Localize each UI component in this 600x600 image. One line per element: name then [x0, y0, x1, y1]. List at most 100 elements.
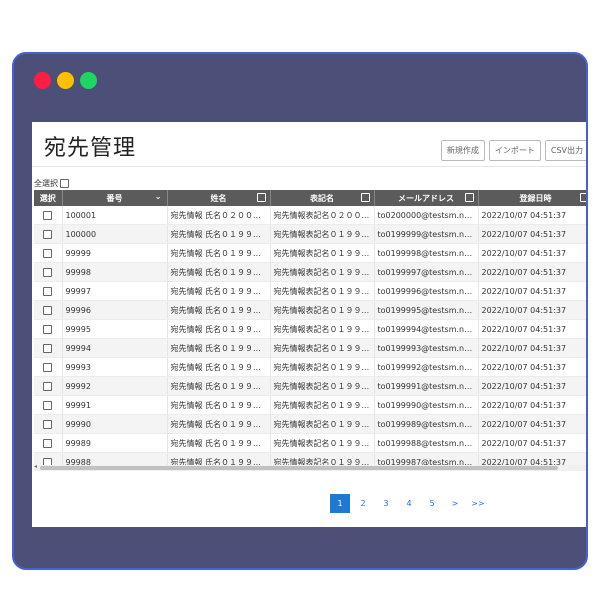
maximize-window-dot[interactable]: [80, 72, 97, 89]
page-button-1[interactable]: 1: [330, 494, 350, 513]
table-row[interactable]: 99993 宛先情報 氏名０１９９... 宛先情報表記名０１９９... to01999…: [34, 357, 586, 377]
cell-name: 宛先情報 氏名０１９９...: [167, 357, 271, 377]
toolbar: 新規作成 インポート CSV出力: [440, 140, 586, 161]
cell-display-name: 宛先情報表記名０１９９...: [270, 224, 375, 244]
row-select-cell: [34, 206, 63, 225]
minimize-window-dot[interactable]: [57, 72, 74, 89]
table-row[interactable]: 99996 宛先情報 氏名０１９９... 宛先情報表記名０１９９... to01999…: [34, 300, 586, 320]
cell-display-name: 宛先情報表記名０１９９...: [270, 262, 375, 282]
row-select-cell: [34, 395, 63, 415]
cell-email: to0199988@testsm.nucl...: [374, 433, 479, 453]
cell-display-name: 宛先情報表記名０１９９...: [270, 281, 375, 301]
col-header-registered-at[interactable]: 登録日時: [478, 190, 586, 206]
cell-number: 99996: [62, 300, 168, 320]
row-checkbox[interactable]: [43, 362, 53, 372]
cell-email: to0199996@testsm.nucl...: [374, 281, 479, 301]
cell-registered-at: 2022/10/07 04:51:37: [478, 319, 586, 339]
row-select-cell: [34, 262, 63, 282]
cell-number: 99995: [62, 319, 168, 339]
row-checkbox[interactable]: [43, 381, 53, 391]
table-row[interactable]: 99990 宛先情報 氏名０１９９... 宛先情報表記名０１９９... to01999…: [34, 414, 586, 434]
row-checkbox[interactable]: [43, 286, 53, 296]
row-checkbox[interactable]: [43, 438, 53, 448]
chevron-down-icon[interactable]: ⌄: [155, 192, 162, 201]
row-checkbox[interactable]: [43, 229, 53, 239]
cell-number: 99989: [62, 433, 168, 453]
cell-registered-at: 2022/10/07 04:51:37: [478, 338, 586, 358]
row-checkbox[interactable]: [43, 400, 53, 410]
table-row[interactable]: 99989 宛先情報 氏名０１９９... 宛先情報表記名０１９９... to01999…: [34, 433, 586, 453]
cell-registered-at: 2022/10/07 04:51:37: [478, 243, 586, 263]
cell-registered-at: 2022/10/07 04:51:37: [478, 433, 586, 453]
create-new-button[interactable]: 新規作成: [440, 140, 485, 161]
cell-number: 99994: [62, 338, 168, 358]
cell-name: 宛先情報 氏名０１９９...: [167, 281, 271, 301]
select-all-checkbox[interactable]: [60, 179, 69, 188]
close-window-dot[interactable]: [34, 72, 51, 89]
page-button-4[interactable]: 4: [399, 494, 419, 513]
import-button[interactable]: インポート: [488, 140, 541, 161]
row-select-cell: [34, 319, 63, 339]
next-page-button[interactable]: >: [445, 494, 465, 513]
cell-registered-at: 2022/10/07 04:51:37: [478, 262, 586, 282]
table-row[interactable]: 99998 宛先情報 氏名０１９９... 宛先情報表記名０１９９... to01999…: [34, 262, 586, 282]
cell-number: 99997: [62, 281, 168, 301]
column-toggle-icon[interactable]: [360, 193, 370, 202]
col-header-number[interactable]: 番号 ⌄: [62, 190, 168, 206]
cell-registered-at: 2022/10/07 04:51:37: [478, 300, 586, 320]
row-checkbox[interactable]: [43, 343, 53, 353]
cell-name: 宛先情報 氏名０１９９...: [167, 319, 271, 339]
row-checkbox[interactable]: [43, 324, 53, 334]
row-checkbox[interactable]: [43, 305, 53, 315]
column-toggle-icon[interactable]: [464, 193, 474, 202]
page-button-2[interactable]: 2: [353, 494, 373, 513]
scrollbar-thumb[interactable]: [40, 466, 558, 470]
horizontal-scrollbar[interactable]: ◂: [34, 463, 586, 471]
scroll-left-arrow-icon[interactable]: ◂: [34, 463, 37, 470]
row-checkbox[interactable]: [43, 457, 53, 465]
col-header-name[interactable]: 姓名: [167, 190, 271, 206]
cell-registered-at: 2022/10/07 04:51:37: [478, 281, 586, 301]
col-header-display-name[interactable]: 表記名: [270, 190, 375, 206]
cell-email: to0199994@testsm.nucl...: [374, 319, 479, 339]
csv-export-button[interactable]: CSV出力: [544, 140, 586, 161]
row-checkbox[interactable]: [43, 419, 53, 429]
cell-number: 99990: [62, 414, 168, 434]
page-button-5[interactable]: 5: [422, 494, 442, 513]
column-toggle-icon[interactable]: [256, 193, 266, 202]
cell-display-name: 宛先情報表記名０１９９...: [270, 243, 375, 263]
header-divider: [32, 166, 586, 167]
cell-email: to0199995@testsm.nucl...: [374, 300, 479, 320]
row-checkbox[interactable]: [43, 210, 53, 220]
cell-email: to0199993@testsm.nucl...: [374, 338, 479, 358]
row-select-cell: [34, 433, 63, 453]
table-row[interactable]: 99991 宛先情報 氏名０１９９... 宛先情報表記名０１９９... to01999…: [34, 395, 586, 415]
cell-registered-at: 2022/10/07 04:51:37: [478, 452, 586, 465]
table-row[interactable]: 99988 宛先情報 氏名０１９９... 宛先情報表記名０１９９... to01999…: [34, 452, 586, 465]
cell-number: 100001: [62, 206, 168, 225]
table-row[interactable]: 99994 宛先情報 氏名０１９９... 宛先情報表記名０１９９... to01999…: [34, 338, 586, 358]
table-row[interactable]: 99999 宛先情報 氏名０１９９... 宛先情報表記名０１９９... to01999…: [34, 243, 586, 263]
cell-email: to0199991@testsm.nucl...: [374, 376, 479, 396]
table-row[interactable]: 99997 宛先情報 氏名０１９９... 宛先情報表記名０１９９... to01999…: [34, 281, 586, 301]
pagination: 1 2 3 4 5 > >>: [330, 494, 488, 513]
row-select-cell: [34, 300, 63, 320]
column-toggle-icon[interactable]: [579, 193, 586, 202]
row-checkbox[interactable]: [43, 267, 53, 277]
last-page-button[interactable]: >>: [468, 494, 488, 513]
cell-email: to0199990@testsm.nucl...: [374, 395, 479, 415]
cell-registered-at: 2022/10/07 04:51:37: [478, 414, 586, 434]
col-header-email[interactable]: メールアドレス: [374, 190, 479, 206]
page-button-3[interactable]: 3: [376, 494, 396, 513]
table-row[interactable]: 99992 宛先情報 氏名０１９９... 宛先情報表記名０１９９... to01999…: [34, 376, 586, 396]
cell-name: 宛先情報 氏名０１９９...: [167, 243, 271, 263]
select-all-control[interactable]: 全選択: [34, 178, 69, 189]
table-row[interactable]: 99995 宛先情報 氏名０１９９... 宛先情報表記名０１９９... to01999…: [34, 319, 586, 339]
cell-name: 宛先情報 氏名０１９９...: [167, 338, 271, 358]
cell-email: to0199992@testsm.nucl...: [374, 357, 479, 377]
table-row[interactable]: 100001 宛先情報 氏名０２００... 宛先情報表記名０２００... to0200…: [34, 206, 586, 225]
cell-number: 99991: [62, 395, 168, 415]
cell-display-name: 宛先情報表記名０１９９...: [270, 357, 375, 377]
table-row[interactable]: 100000 宛先情報 氏名０１９９... 宛先情報表記名０１９９... to0199…: [34, 224, 586, 244]
row-checkbox[interactable]: [43, 248, 53, 258]
